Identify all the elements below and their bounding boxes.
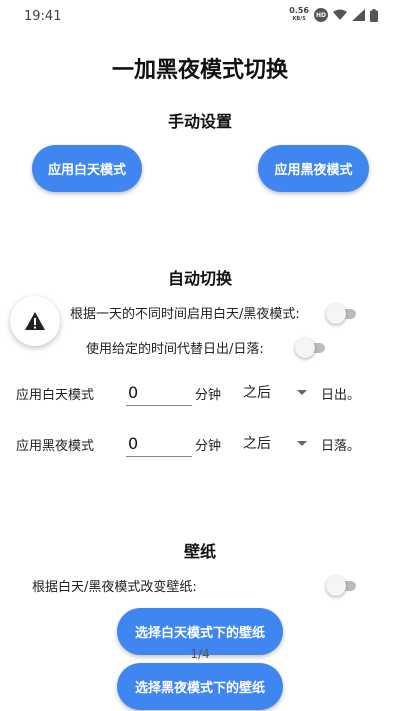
signal-icon — [352, 9, 365, 21]
wallpaper-section-title: 壁纸 — [183, 542, 216, 561]
custom-time-toggle-label: 使用给定的时间代替日出/日落: — [86, 342, 264, 357]
schedule-switch[interactable] — [326, 304, 360, 324]
select-night-wallpaper-button[interactable]: 选择黑夜模式下的壁纸 — [117, 663, 283, 710]
app-title: 一加黑夜模式切换 — [111, 58, 288, 83]
night-offset-unit: 分钟 — [195, 439, 222, 454]
night-event-label: 日落。 — [321, 439, 361, 454]
wallpaper-switch[interactable] — [326, 576, 360, 596]
day-row-label: 应用白天模式 — [16, 388, 95, 403]
hd-icon: HD — [314, 8, 328, 22]
chevron-down-icon — [297, 440, 307, 446]
auto-section-title: 自动切换 — [167, 269, 232, 288]
network-speed-value: 0.56 — [289, 6, 309, 15]
warning-icon — [25, 312, 45, 330]
night-offset-input[interactable] — [126, 430, 192, 457]
wifi-icon — [333, 9, 347, 20]
schedule-toggle-label: 根据一天的不同时间启用白天/黑夜模式: — [70, 307, 300, 322]
night-relation-value: 之后 — [243, 436, 271, 452]
network-speed-unit: KB/S — [292, 16, 306, 22]
day-relation-dropdown[interactable]: 之后 — [243, 380, 307, 404]
wallpaper-toggle-label: 根据白天/黑夜模式改变壁纸: — [32, 580, 197, 595]
apply-night-mode-button[interactable]: 应用黑夜模式 — [258, 145, 369, 192]
day-relation-value: 之后 — [243, 385, 271, 401]
day-offset-unit: 分钟 — [195, 388, 222, 403]
manual-section-title: 手动设置 — [167, 112, 232, 131]
custom-time-switch[interactable] — [295, 338, 329, 358]
status-time: 19:41 — [24, 9, 62, 24]
switch-thumb — [326, 576, 346, 596]
day-event-label: 日出。 — [321, 388, 361, 403]
switch-thumb — [295, 338, 315, 358]
night-relation-dropdown[interactable]: 之后 — [243, 431, 307, 455]
day-offset-input[interactable] — [126, 379, 192, 406]
night-row-label: 应用黑夜模式 — [16, 439, 95, 454]
battery-icon — [370, 8, 378, 22]
chevron-down-icon — [297, 389, 307, 395]
warning-button[interactable] — [10, 296, 60, 346]
page-indicator: 1/4 — [190, 647, 210, 661]
network-speed: 0.56 KB/S — [289, 7, 309, 23]
status-icons: 0.56 KB/S HD — [289, 7, 378, 23]
switch-thumb — [326, 304, 346, 324]
apply-day-mode-button[interactable]: 应用白天模式 — [32, 145, 142, 192]
